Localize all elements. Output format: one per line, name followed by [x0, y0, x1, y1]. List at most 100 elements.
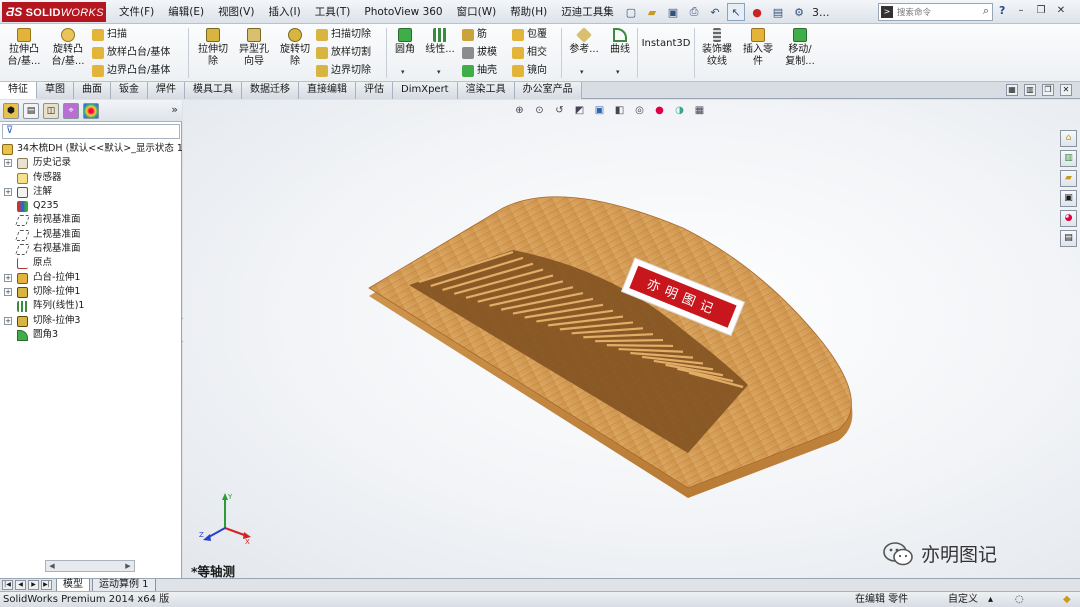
menu-help[interactable]: 帮助(H): [503, 0, 554, 24]
tab-render-tools[interactable]: 渲染工具: [457, 82, 515, 99]
expand-icon[interactable]: +: [4, 287, 12, 296]
tree-root-part[interactable]: 34木梳DH (默认<<默认>_显示状态 1: [0, 142, 182, 156]
boundary-cut-button[interactable]: 边界切除: [316, 62, 371, 80]
tab-data-migration[interactable]: 数据迁移: [242, 82, 299, 99]
tab-features[interactable]: 特征: [0, 82, 37, 99]
menu-edit[interactable]: 编辑(E): [161, 0, 211, 24]
menu-photoview[interactable]: PhotoView 360: [357, 0, 449, 24]
scroll-left-icon[interactable]: ◀: [46, 561, 58, 571]
reference-geometry-button[interactable]: 参考...: [564, 27, 604, 56]
tab-surfaces[interactable]: 曲面: [74, 82, 111, 99]
tile-vertical-icon[interactable]: ▥: [1024, 84, 1036, 96]
close-icon[interactable]: ✕: [1054, 4, 1068, 18]
tab-mold-tools[interactable]: 模具工具: [185, 82, 242, 99]
tab-sheet-metal[interactable]: 钣金: [111, 82, 148, 99]
linear-pattern-button[interactable]: 线性...: [422, 28, 458, 56]
menu-view[interactable]: 视图(V): [211, 0, 261, 24]
expand-icon[interactable]: +: [4, 187, 12, 196]
expand-icon[interactable]: +: [4, 159, 12, 168]
extrude-boss-button[interactable]: 拉伸凸 台/基...: [4, 28, 44, 68]
print-icon[interactable]: ⎙: [685, 3, 703, 21]
move-copy-button[interactable]: 移动/ 复制...: [780, 28, 820, 68]
tree-item[interactable]: 阵列(线性)1: [0, 299, 182, 313]
tree-item[interactable]: + 凸台-拉伸1: [0, 271, 182, 285]
pattern-dropdown-icon[interactable]: ▾: [437, 68, 441, 76]
search-icon[interactable]: ⌕: [983, 4, 989, 18]
display-manager-tab-icon[interactable]: [83, 103, 99, 119]
reference-dropdown-icon[interactable]: ▾: [580, 68, 584, 76]
tab-weldments[interactable]: 焊件: [148, 82, 185, 99]
prev-tab-icon[interactable]: ◀: [15, 580, 26, 590]
minimize-icon[interactable]: –: [1014, 4, 1028, 18]
first-tab-icon[interactable]: |◀: [2, 580, 13, 590]
units-dropdown-icon[interactable]: ▴: [988, 593, 993, 607]
search-input[interactable]: 搜索命令: [897, 6, 931, 18]
dimxpert-manager-tab-icon[interactable]: ⌖: [63, 103, 79, 119]
solidworks-logo[interactable]: ƋS SOLIDWORKS: [2, 2, 106, 22]
select-icon[interactable]: ↖: [727, 3, 745, 21]
tree-item[interactable]: 前视基准面: [0, 213, 182, 227]
scroll-right-icon[interactable]: ▶: [122, 561, 134, 571]
tree-item[interactable]: 上视基准面: [0, 228, 182, 242]
lofted-cut-button[interactable]: 放样切割: [316, 44, 371, 62]
new-icon[interactable]: ▢: [622, 3, 640, 21]
cosmetic-thread-button[interactable]: 装饰螺 纹线: [697, 28, 737, 68]
loft-button[interactable]: 放样凸台/基体: [92, 44, 170, 62]
revolve-cut-button[interactable]: 旋转切 除: [275, 28, 315, 68]
rib-button[interactable]: 筋: [462, 26, 487, 44]
fillet-button[interactable]: 圆角: [388, 28, 422, 56]
feature-manager-tab-icon[interactable]: ⬢: [3, 103, 19, 119]
tree-item[interactable]: Q235: [0, 199, 182, 213]
tab-sketch[interactable]: 草图: [37, 82, 74, 99]
revolve-boss-button[interactable]: 旋转凸 台/基...: [48, 28, 88, 68]
tooltip-icon[interactable]: ◆: [1063, 593, 1071, 607]
draft-button[interactable]: 拔模: [462, 44, 497, 62]
tab-direct-editing[interactable]: 直接编辑: [299, 82, 356, 99]
traffic-light-icon[interactable]: ●: [748, 3, 766, 21]
tile-icon[interactable]: ▦: [1006, 84, 1018, 96]
sweep-button[interactable]: 扫描: [92, 26, 127, 44]
tree-item[interactable]: 原点: [0, 256, 182, 270]
menu-tools[interactable]: 工具(T): [308, 0, 358, 24]
insert-part-button[interactable]: 插入零 件: [738, 28, 778, 68]
chevron-right-icon[interactable]: »: [171, 103, 178, 116]
search-command-box[interactable]: > 搜索命令 ⌕: [878, 3, 993, 21]
instant3d-button[interactable]: Instant3D: [640, 38, 692, 50]
tab-evaluate[interactable]: 评估: [356, 82, 393, 99]
restore-doc-icon[interactable]: ❐: [1042, 84, 1054, 96]
comb-3d-model[interactable]: 亦明图记: [183, 100, 1080, 578]
tree-item[interactable]: 右视基准面: [0, 242, 182, 256]
undo-icon[interactable]: ↶: [706, 3, 724, 21]
menu-insert[interactable]: 插入(I): [261, 0, 307, 24]
menu-file[interactable]: 文件(F): [112, 0, 161, 24]
hole-wizard-button[interactable]: 异型孔 向导: [234, 28, 274, 68]
tree-item[interactable]: + 注解: [0, 185, 182, 199]
horizontal-scrollbar[interactable]: ◀ ▶: [45, 560, 135, 572]
tree-item[interactable]: + 历史记录: [0, 156, 182, 170]
tab-office-products[interactable]: 办公室产品: [514, 82, 582, 99]
help-icon[interactable]: ?: [999, 4, 1005, 17]
tree-item[interactable]: 传感器: [0, 171, 182, 185]
shell-button[interactable]: 抽壳: [462, 62, 497, 80]
open-icon[interactable]: ▰: [643, 3, 661, 21]
expand-icon[interactable]: +: [4, 273, 12, 282]
property-manager-tab-icon[interactable]: ▤: [23, 103, 39, 119]
file-properties-icon[interactable]: ▤: [769, 3, 787, 21]
close-doc-icon[interactable]: ✕: [1060, 84, 1072, 96]
next-tab-icon[interactable]: ▶: [28, 580, 39, 590]
mirror-button[interactable]: 镜向: [512, 62, 547, 80]
curves-dropdown-icon[interactable]: ▾: [616, 68, 620, 76]
tab-dimxpert[interactable]: DimXpert: [393, 82, 458, 99]
extrude-cut-button[interactable]: 拉伸切 除: [193, 28, 233, 68]
intersect-button[interactable]: 相交: [512, 44, 547, 62]
last-tab-icon[interactable]: ▶|: [41, 580, 52, 590]
save-icon[interactable]: ▣: [664, 3, 682, 21]
tree-item[interactable]: + 切除-拉伸1: [0, 285, 182, 299]
wrap-button[interactable]: 包覆: [512, 26, 547, 44]
menu-window[interactable]: 窗口(W): [450, 0, 504, 24]
configuration-manager-tab-icon[interactable]: ◫: [43, 103, 59, 119]
tree-filter-input[interactable]: ⊽: [2, 124, 180, 139]
units-status-text[interactable]: 自定义: [948, 593, 978, 607]
tree-item[interactable]: + 切除-拉伸3: [0, 314, 182, 328]
fillet-dropdown-icon[interactable]: ▾: [401, 68, 405, 76]
